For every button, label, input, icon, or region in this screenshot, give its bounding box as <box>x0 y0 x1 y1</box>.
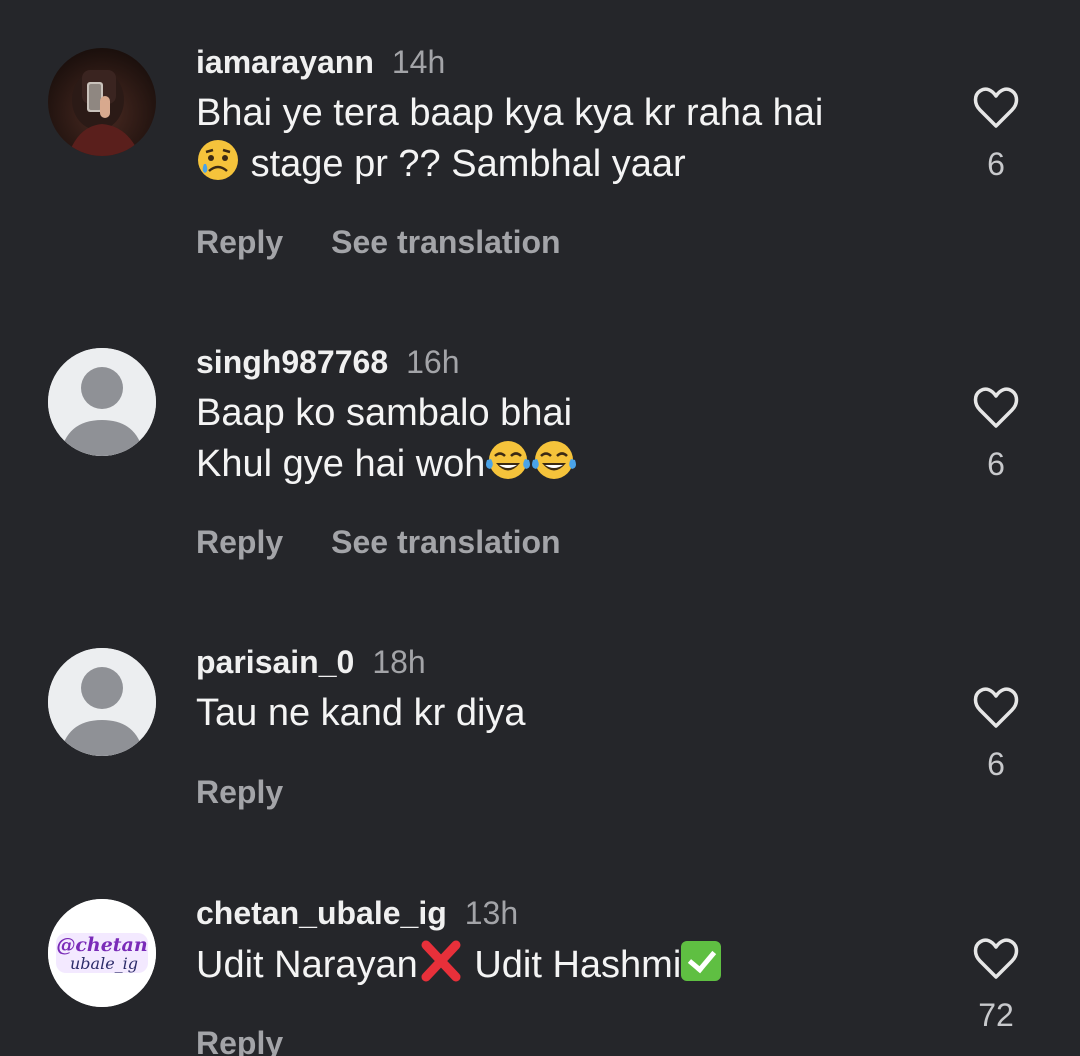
comment-line: Tau ne kand kr diya <box>196 692 526 734</box>
reply-button[interactable]: Reply <box>196 222 283 262</box>
comment-line-wrap: stage pr ?? Sambhal yaar <box>196 138 916 189</box>
comment-text: Baap ko sambalo bhai Khul gye hai woh <box>196 388 916 489</box>
sad-face-emoji-icon <box>198 140 238 180</box>
comment-header: singh987768 16h <box>196 342 460 382</box>
timestamp: 13h <box>464 895 519 931</box>
avatar[interactable] <box>48 48 156 156</box>
default-avatar-icon <box>48 348 156 456</box>
comment-header: parisain_0 18h <box>196 642 426 682</box>
username[interactable]: chetan_ubale_ig <box>196 895 447 931</box>
comment-line: Khul gye hai woh <box>196 443 486 485</box>
comment-text: Bhai ye tera baap kya kya kr raha hai st… <box>196 88 916 189</box>
comment-text: Udit Narayan Udit Hashmi <box>196 939 916 990</box>
see-translation-button[interactable]: See translation <box>331 222 560 262</box>
comment-actions: Reply <box>196 772 283 812</box>
like-control: 6 <box>970 386 1022 482</box>
username[interactable]: iamarayann <box>196 44 374 80</box>
tears-of-joy-emoji-icon <box>486 441 531 479</box>
avatar-text: @chetan <box>56 934 147 956</box>
reply-button[interactable]: Reply <box>196 1023 283 1056</box>
username[interactable]: parisain_0 <box>196 644 354 680</box>
avatar[interactable] <box>48 348 156 456</box>
comment-text: Tau ne kand kr diya <box>196 688 916 738</box>
avatar-text: ubale_ig <box>70 954 138 973</box>
username[interactable]: singh987768 <box>196 344 388 380</box>
timestamp: 18h <box>372 644 426 680</box>
logo-avatar-icon: @chetan ubale_ig <box>48 899 156 1007</box>
tears-of-joy-emoji-icon <box>532 441 577 479</box>
comment-line: Udit Narayan <box>196 944 418 986</box>
avatar[interactable]: @chetan ubale_ig <box>48 899 156 1007</box>
heart-icon[interactable] <box>972 386 1020 430</box>
like-count: 6 <box>987 746 1005 782</box>
comment-line: Udit Hashmi <box>474 944 682 986</box>
like-count: 72 <box>978 997 1014 1033</box>
default-avatar-icon <box>48 648 156 756</box>
heart-icon[interactable] <box>972 686 1020 730</box>
heart-icon[interactable] <box>972 937 1020 981</box>
timestamp: 14h <box>391 44 446 80</box>
comment-line-wrap: Udit Narayan Udit Hashmi <box>196 939 916 990</box>
reply-button[interactable]: Reply <box>196 772 283 812</box>
comment-line: stage pr ?? Sambhal yaar <box>250 143 686 185</box>
comment-header: chetan_ubale_ig 13h <box>196 893 518 933</box>
comment-header: iamarayann 14h <box>196 42 445 82</box>
like-control: 6 <box>970 686 1022 782</box>
avatar[interactable] <box>48 648 156 756</box>
like-control: 6 <box>970 86 1022 182</box>
like-count: 6 <box>987 146 1005 182</box>
timestamp: 16h <box>406 344 460 380</box>
reply-button[interactable]: Reply <box>196 522 283 562</box>
cross-mark-emoji-icon <box>421 940 461 982</box>
comment-line: Baap ko sambalo bhai <box>196 392 573 434</box>
check-mark-emoji-icon <box>681 941 722 981</box>
comment-actions: Reply <box>196 1023 283 1056</box>
comment-line: Bhai ye tera baap kya kya kr raha hai <box>196 92 824 134</box>
heart-icon[interactable] <box>972 86 1020 130</box>
like-control: 72 <box>970 937 1022 1033</box>
comment-actions: Reply See translation <box>196 522 561 562</box>
like-count: 6 <box>987 446 1005 482</box>
see-translation-button[interactable]: See translation <box>331 522 560 562</box>
profile-photo-icon <box>48 48 156 156</box>
comment-line-wrap: Khul gye hai woh <box>196 438 916 489</box>
comment-actions: Reply See translation <box>196 222 561 262</box>
